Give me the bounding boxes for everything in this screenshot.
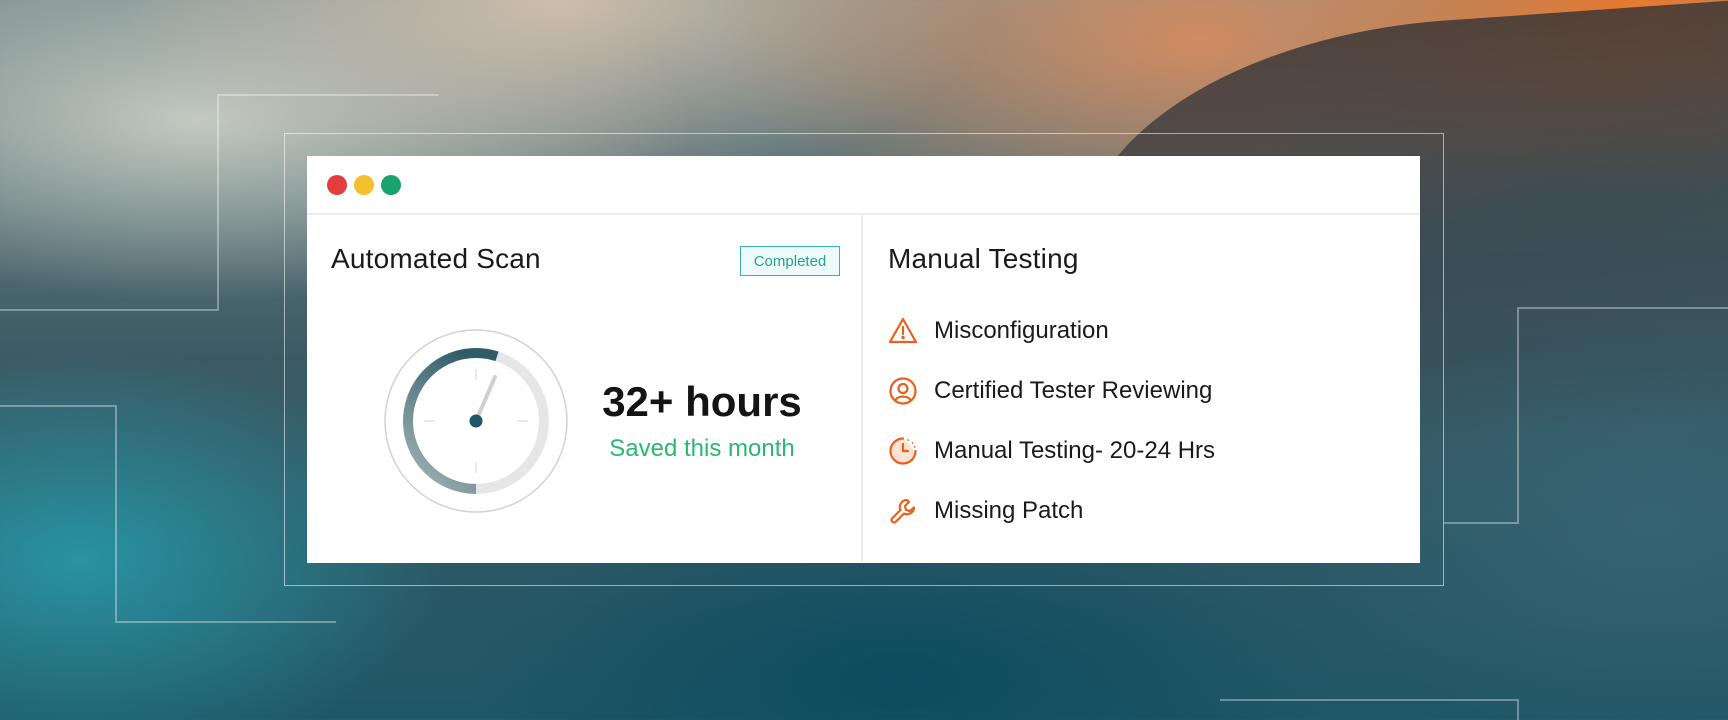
maximize-window-button[interactable] [381,174,401,195]
manual-testing-panel: Manual Testing Misconfiguration Certifie… [863,215,1420,561]
wrench-icon [888,496,918,526]
manual-testing-list: Misconfiguration Certified Tester Review… [888,301,1215,541]
list-item-certified-tester: Certified Tester Reviewing [888,361,1215,421]
close-window-button[interactable] [327,174,347,195]
warning-triangle-icon [888,316,918,346]
list-item-label: Missing Patch [934,497,1084,524]
list-item-label: Manual Testing- 20-24 Hrs [934,437,1216,464]
minimize-window-button[interactable] [354,174,374,195]
list-item-misconfiguration: Misconfiguration [888,301,1215,361]
clock-pie-icon [888,436,918,466]
gauge-hub [469,414,483,428]
list-item-label: Misconfiguration [934,317,1109,344]
list-item-missing-patch: Missing Patch [888,481,1215,541]
window-titlebar [307,156,1420,215]
list-item-label: Certified Tester Reviewing [934,377,1213,404]
hours-saved-value: 32+ hours [602,378,802,425]
hours-saved-caption: Saved this month [609,435,795,462]
scan-gauge [384,329,568,513]
list-item-manual-testing-hours: Manual Testing- 20-24 Hrs [888,421,1215,481]
user-circle-icon [888,376,918,406]
status-badge: Completed [740,246,840,276]
app-window: Automated Scan Completed 32+ hours Saved… [307,156,1420,563]
manual-testing-title: Manual Testing [888,243,1079,274]
automated-scan-panel: Automated Scan Completed 32+ hours Saved… [307,215,863,561]
automated-scan-title: Automated Scan [331,243,541,274]
